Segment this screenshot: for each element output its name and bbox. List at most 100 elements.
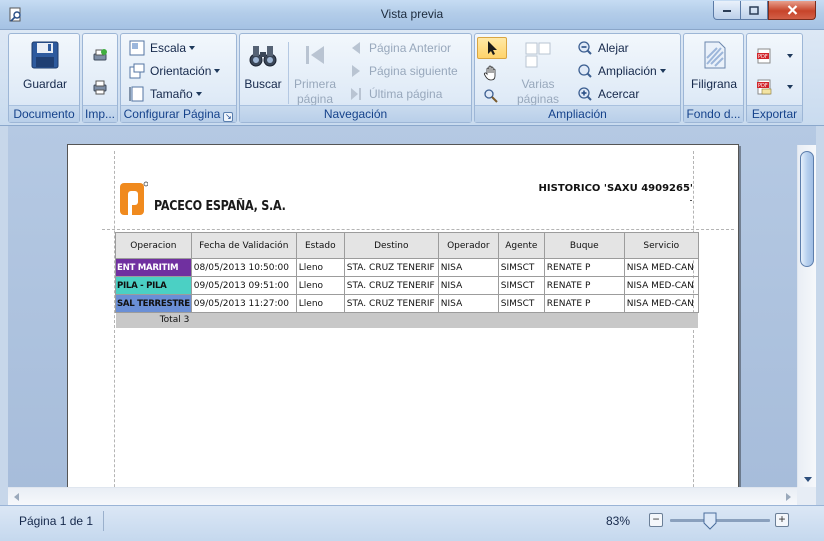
report-title: HISTORICO 'SAXU 4909265': [538, 183, 693, 194]
scroll-right-arrow-icon[interactable]: [786, 493, 791, 501]
first-page-icon: [306, 46, 324, 64]
margin-guide-header: [102, 229, 734, 230]
watermark-icon: [704, 41, 726, 69]
group-label-documento: Documento: [9, 105, 79, 122]
alejar-button[interactable]: Alejar: [577, 38, 629, 58]
page-size-icon: [129, 86, 144, 102]
chevron-down-icon: [787, 85, 793, 89]
filigrana-label: Filigrana: [690, 77, 738, 91]
column-header: Fecha de Validación: [190, 232, 297, 259]
guardar-button[interactable]: Guardar: [15, 38, 75, 92]
separator: [288, 42, 289, 104]
vertical-scroll-thumb[interactable]: [800, 151, 814, 267]
scroll-left-arrow-icon[interactable]: [14, 493, 19, 501]
multiple-pages-icon: [525, 42, 551, 68]
escala-button[interactable]: Escala: [129, 38, 196, 58]
table-row: PILA - PILA 09/05/2013 09:51:00 Lleno ST…: [115, 276, 699, 295]
fecha-cell: 09/05/2013 09:51:00: [190, 276, 297, 295]
cursor-arrow-icon: [488, 41, 497, 55]
total-row: Total 3: [115, 312, 699, 328]
minimize-icon: [723, 10, 731, 12]
acercar-label: Acercar: [598, 87, 640, 101]
table-header-row: Operacion Fecha de Validación Estado Des…: [115, 232, 699, 259]
group-navegacion: Buscar Primera página Página Anterior Pá…: [239, 33, 472, 123]
chevron-down-icon: [659, 69, 666, 73]
acercar-button[interactable]: Acercar: [577, 84, 639, 104]
ultima-pagina-button[interactable]: Última página: [348, 84, 442, 104]
printer-icon: [93, 80, 107, 95]
column-header: Buque: [543, 232, 625, 259]
print-options-button[interactable]: [92, 46, 113, 66]
operador-cell: NISA: [437, 294, 499, 313]
previous-page-icon: [352, 42, 360, 54]
maximize-icon: [749, 5, 759, 15]
operacion-cell: ENT MARITIM: [115, 258, 192, 277]
horizontal-scrollbar[interactable]: [8, 487, 797, 505]
group-label-navegacion: Navegación: [240, 105, 471, 122]
margin-guide-right: [693, 151, 694, 506]
paceco-logo-icon: [120, 181, 148, 215]
orientacion-button[interactable]: Orientación: [129, 61, 221, 81]
column-header: Operador: [437, 232, 499, 259]
print-button[interactable]: [92, 77, 113, 97]
filigrana-button[interactable]: Filigrana: [686, 38, 742, 92]
minimize-button[interactable]: [713, 1, 741, 20]
fecha-cell: 09/05/2013 11:27:00: [190, 294, 297, 313]
primera-pagina-button[interactable]: Primera página: [290, 38, 340, 107]
scroll-down-arrow-icon[interactable]: [804, 477, 812, 482]
buscar-label: Buscar: [244, 77, 282, 91]
pagina-anterior-button[interactable]: Página Anterior: [348, 38, 451, 58]
servicio-cell: NISA MED-CAN: [623, 276, 699, 295]
primera-pagina-label: Primera página: [293, 77, 336, 106]
zoom-in-button[interactable]: +: [775, 513, 789, 527]
zoom-out-button[interactable]: −: [649, 513, 663, 527]
maximize-button[interactable]: [741, 1, 768, 20]
pagina-siguiente-button[interactable]: Página siguiente: [348, 61, 458, 81]
agente-cell: SIMSCT: [497, 294, 545, 313]
estado-cell: Lleno: [295, 294, 345, 313]
pointer-tool-button[interactable]: [477, 37, 507, 59]
buque-cell: RENATE P: [543, 276, 625, 295]
svg-text:PDF: PDF: [758, 54, 768, 60]
zoom-in-icon: [578, 87, 592, 101]
group-configurar-pagina: Escala Orientación Tamaño Configurar Pág…: [120, 33, 237, 123]
buscar-button[interactable]: Buscar: [243, 38, 283, 92]
status-bar: Página 1 de 1 83% − +: [0, 505, 824, 541]
group-label-ampliacion: Ampliación: [475, 105, 680, 122]
svg-text:PDF: PDF: [758, 83, 768, 89]
orientacion-label: Orientación: [150, 64, 212, 78]
page-indicator: Página 1 de 1: [19, 514, 94, 528]
table-row: ENT MARITIM 08/05/2013 10:50:00 Lleno ST…: [115, 258, 699, 277]
pagina-siguiente-label: Página siguiente: [369, 64, 458, 78]
pdf-file-icon: PDF: [757, 48, 771, 64]
chevron-down-icon: [214, 69, 221, 73]
agente-cell: SIMSCT: [497, 258, 545, 277]
export-pdf-button[interactable]: PDF: [756, 46, 793, 66]
hand-tool-button[interactable]: [483, 63, 504, 83]
preview-area[interactable]: PACECO ESPAÑA, S.A. HISTORICO 'SAXU 4909…: [8, 126, 816, 506]
tamano-button[interactable]: Tamaño: [129, 84, 202, 104]
zoom-icon: [578, 64, 592, 78]
agente-cell: SIMSCT: [497, 276, 545, 295]
vertical-scrollbar[interactable]: [797, 145, 816, 487]
zoom-slider-track[interactable]: [670, 519, 770, 522]
dialog-launcher-icon[interactable]: ↘: [223, 112, 234, 122]
guardar-label: Guardar: [22, 77, 68, 91]
column-header: Estado: [295, 232, 345, 259]
buque-cell: RENATE P: [543, 294, 625, 313]
group-exportar: PDF PDF Exportar: [746, 33, 803, 123]
zoom-tool-button[interactable]: [483, 86, 504, 106]
operacion-cell: SAL TERRESTRE: [115, 294, 192, 313]
table-row: SAL TERRESTRE 09/05/2013 11:27:00 Lleno …: [115, 294, 699, 313]
zoom-slider-thumb[interactable]: [703, 512, 717, 530]
operador-cell: NISA: [437, 276, 499, 295]
send-pdf-button[interactable]: PDF: [756, 77, 793, 97]
magnifier-icon: [484, 89, 498, 103]
ampliacion-dropdown[interactable]: Ampliación: [577, 61, 666, 81]
estado-cell: Lleno: [295, 258, 345, 277]
chevron-down-icon: [189, 46, 196, 50]
column-header: Operacion: [115, 232, 192, 259]
close-button[interactable]: [768, 1, 816, 20]
pagina-anterior-label: Página Anterior: [369, 41, 452, 55]
total-cell: Total 3: [115, 312, 192, 328]
